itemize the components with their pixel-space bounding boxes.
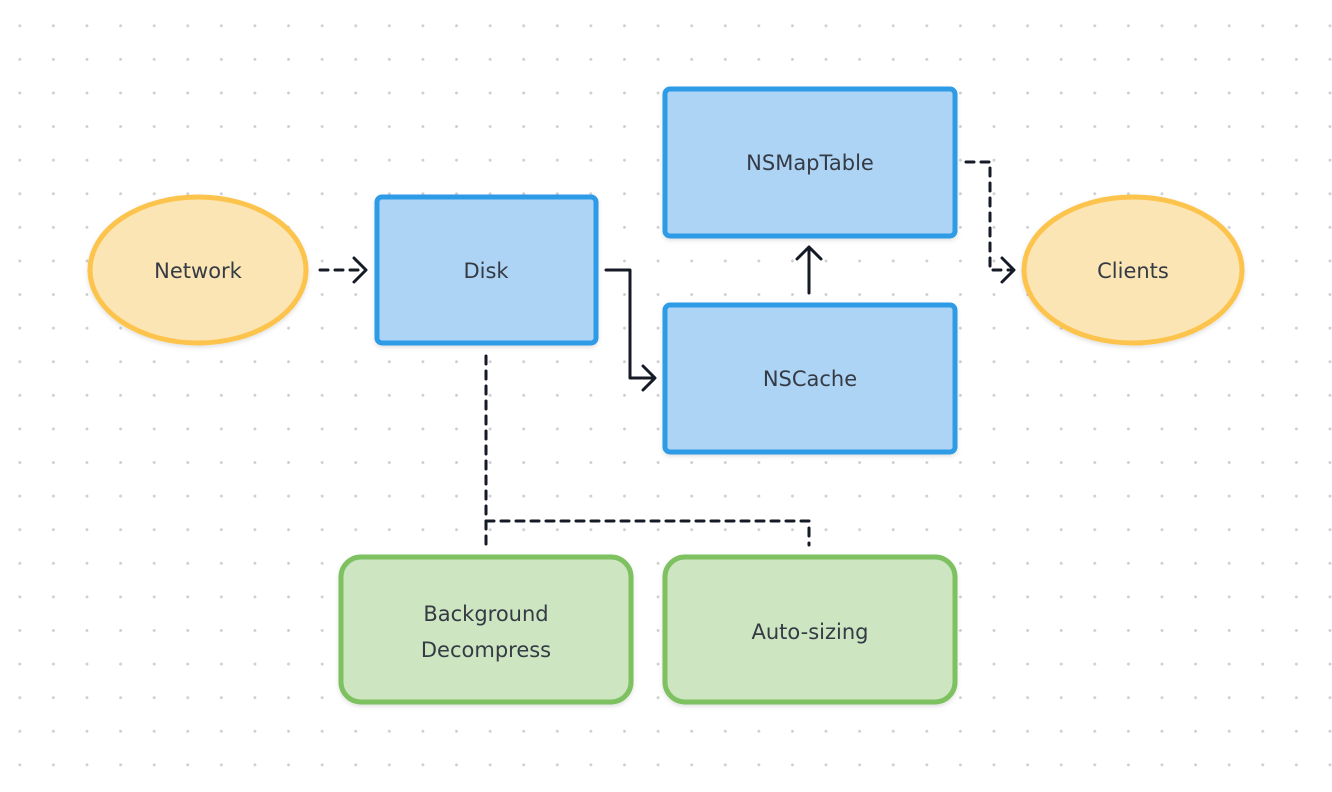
node-network[interactable]: Network [87,194,309,346]
node-nscache[interactable]: NSCache [662,302,958,455]
node-label: Auto-sizing [752,620,869,644]
node-label: Clients [1097,259,1169,283]
edge-nsmaptable-clients[interactable] [964,160,1014,272]
node-clients[interactable]: Clients [1021,194,1245,346]
edge-disk-nscache[interactable] [604,268,654,380]
node-background-decompress[interactable]: Background Decompress [338,554,634,705]
node-nsmaptable[interactable]: NSMapTable [662,86,958,239]
node-label: Disk [463,259,509,283]
edge-disk-auto-sizing[interactable] [484,519,811,547]
node-auto-sizing[interactable]: Auto-sizing [662,554,958,705]
node-label-line1: Background [423,602,548,626]
diagram-canvas: Network Disk NSMapTable NSCache Clients … [0,0,1332,792]
node-label-line2: Decompress [421,638,551,662]
node-label: NSMapTable [746,151,874,175]
node-label: NSCache [763,367,857,391]
diagram: Network Disk NSMapTable NSCache Clients … [87,86,1245,705]
node-disk[interactable]: Disk [374,194,599,346]
node-label: Network [154,259,243,283]
